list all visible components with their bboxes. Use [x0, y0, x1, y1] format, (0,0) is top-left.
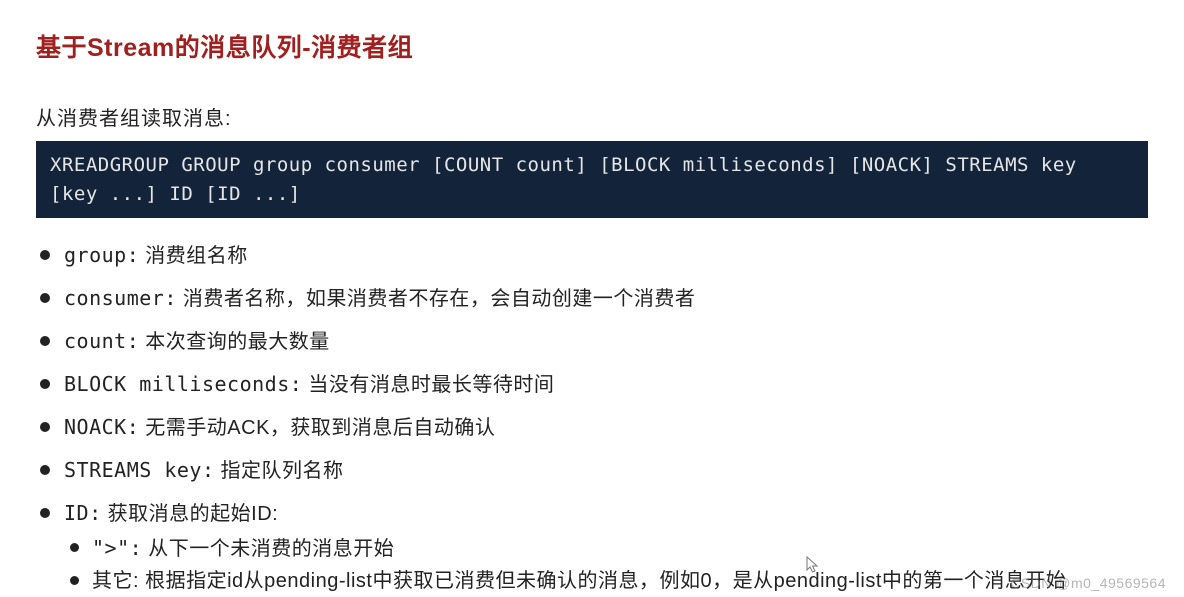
term: 其它: — [92, 570, 139, 592]
term: NOACK: — [64, 415, 139, 439]
desc: 消费者名称，如果消费者不存在，会自动创建一个消费者 — [177, 288, 696, 310]
list-item: consumer: 消费者名称，如果消费者不存在，会自动创建一个消费者 — [36, 283, 1148, 314]
list-item: BLOCK milliseconds: 当没有消息时最长等待时间 — [36, 369, 1148, 400]
list-item: NOACK: 无需手动ACK，获取到消息后自动确认 — [36, 412, 1148, 443]
term: STREAMS key: — [64, 458, 215, 482]
desc: 本次查询的最大数量 — [139, 331, 330, 353]
list-item: ">": 从下一个未消费的消息开始 — [64, 533, 1148, 564]
page-title: 基于Stream的消息队列-消费者组 — [36, 28, 1148, 64]
list-item: ID: 获取消息的起始ID: ">": 从下一个未消费的消息开始 其它: 根据指… — [36, 498, 1148, 596]
term: ID: — [64, 501, 102, 525]
list-item: STREAMS key: 指定队列名称 — [36, 455, 1148, 486]
term: ">": — [92, 536, 142, 560]
list-item: group: 消费组名称 — [36, 240, 1148, 271]
desc: 当没有消息时最长等待时间 — [302, 374, 554, 396]
section-subtitle: 从消费者组读取消息: — [36, 102, 1148, 131]
list-item: 其它: 根据指定id从pending-list中获取已消费但未确认的消息，例如0… — [64, 566, 1148, 596]
bullet-list: group: 消费组名称 consumer: 消费者名称，如果消费者不存在，会自… — [36, 240, 1148, 596]
desc: 根据指定id从pending-list中获取已消费但未确认的消息，例如0，是从p… — [139, 570, 1066, 592]
desc: 指定队列名称 — [215, 460, 344, 482]
desc: 消费组名称 — [139, 245, 248, 267]
term: count: — [64, 329, 139, 353]
term: group: — [64, 243, 139, 267]
sub-list: ">": 从下一个未消费的消息开始 其它: 根据指定id从pending-lis… — [64, 533, 1148, 596]
term: consumer: — [64, 286, 177, 310]
desc: 从下一个未消费的消息开始 — [142, 538, 394, 560]
desc: 无需手动ACK，获取到消息后自动确认 — [139, 417, 495, 439]
watermark: CSDN @m0_49569564 — [1010, 575, 1166, 591]
code-block: XREADGROUP GROUP group consumer [COUNT c… — [36, 141, 1148, 218]
term: BLOCK milliseconds: — [64, 372, 302, 396]
desc: 获取消息的起始ID: — [102, 503, 279, 525]
list-item: count: 本次查询的最大数量 — [36, 326, 1148, 357]
